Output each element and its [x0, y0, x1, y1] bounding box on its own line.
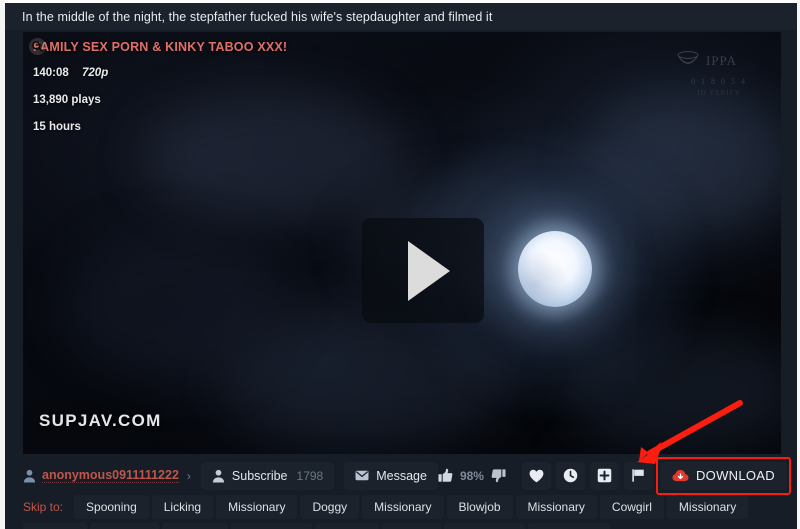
- ippa-logo-sub1: 0 1 8 0 5 4: [691, 77, 747, 86]
- subscribe-label: Subscribe: [231, 468, 288, 483]
- tag-chip[interactable]: Missionary: [666, 495, 749, 519]
- clock-icon: [563, 468, 578, 483]
- plus-box-icon: [597, 468, 612, 483]
- tag-chip[interactable]: Missionary: [528, 523, 610, 529]
- site-watermark: SUPJAV.COM: [39, 411, 162, 430]
- tag-chip[interactable]: Cowgirl: [23, 523, 88, 529]
- magnifier-icon: [29, 38, 46, 55]
- flag-icon: [632, 469, 644, 482]
- tag-chip[interactable]: Blowjob: [161, 523, 228, 529]
- play-button[interactable]: [362, 218, 484, 323]
- report-button[interactable]: [623, 461, 653, 490]
- play-icon: [408, 240, 450, 301]
- ippa-logo-watermark: IPPA 0 1 8 0 5 4 ID VERIFY: [675, 50, 763, 102]
- video-age: 15 hours: [33, 121, 81, 133]
- uploader-link[interactable]: anonymous0911111222 ›: [5, 458, 191, 493]
- title-bar: In the middle of the night, the stepfath…: [5, 3, 799, 30]
- tag-chip[interactable]: Missionary: [362, 495, 444, 519]
- person-icon: [212, 469, 224, 482]
- video-duration-line: 140:08 720p: [33, 67, 287, 79]
- ippa-logo-sub2: ID VERIFY: [697, 89, 741, 97]
- envelope-icon: [355, 470, 369, 481]
- download-button-wrapper: DOWNLOAD: [655, 456, 791, 495]
- rating-group: 98%: [438, 468, 506, 483]
- ippa-mark-icon: [677, 51, 699, 64]
- video-overlay-info: FAMILY SEX PORN & KINKY TABOO XXX! 140:0…: [29, 38, 288, 148]
- tag-chip[interactable]: Doggy: [300, 495, 360, 519]
- message-label: Message: [376, 468, 427, 483]
- favorite-button[interactable]: [521, 461, 551, 490]
- subscribe-count: 1798: [296, 468, 324, 483]
- tag-chip[interactable]: Handjob: [90, 523, 159, 529]
- tag-chip[interactable]: Missionary: [230, 523, 313, 529]
- video-player[interactable]: FAMILY SEX PORN & KINKY TABOO XXX! 140:0…: [23, 32, 781, 454]
- page-content: In the middle of the night, the stepfath…: [5, 3, 800, 529]
- tag-chip[interactable]: Missionary: [216, 495, 298, 519]
- ad-banner-text: FAMILY SEX PORN & KINKY TABOO XXX!: [33, 40, 288, 54]
- cloud-download-icon: [672, 469, 689, 482]
- tag-chip[interactable]: Blowjob: [446, 495, 513, 519]
- video-plays: 13,890 plays: [33, 94, 101, 106]
- download-label: DOWNLOAD: [695, 468, 775, 483]
- video-duration: 140:08: [33, 67, 69, 79]
- tag-chip[interactable]: Cowgirl: [315, 523, 380, 529]
- tag-chip[interactable]: Licking: [151, 495, 214, 519]
- heart-icon: [529, 469, 544, 482]
- browser-chrome-left: [0, 0, 5, 529]
- add-to-playlist-button[interactable]: [589, 461, 619, 490]
- watch-later-button[interactable]: [555, 461, 585, 490]
- page-title: In the middle of the night, the stepfath…: [22, 9, 493, 24]
- chevron-right-icon: ›: [186, 468, 191, 483]
- tag-chip[interactable]: Doggy: [382, 523, 441, 529]
- tag-chip[interactable]: Missionary: [515, 495, 597, 519]
- download-button[interactable]: DOWNLOAD: [659, 461, 787, 490]
- tag-chip[interactable]: Cowgirl: [599, 495, 664, 519]
- subscribe-button[interactable]: Subscribe 1798: [200, 461, 335, 490]
- person-icon: [23, 469, 36, 482]
- action-bar-right: 98% DOWNLOAD: [438, 456, 800, 495]
- like-percent: 98%: [459, 468, 484, 483]
- ippa-logo-text: IPPA: [706, 53, 737, 68]
- thumbs-up-icon[interactable]: [438, 468, 453, 483]
- video-quality: 720p: [82, 67, 109, 79]
- action-bar: anonymous0911111222 › Subscribe 1798 Mes…: [5, 456, 800, 495]
- tag-chip[interactable]: Spooning: [74, 495, 149, 519]
- message-button[interactable]: Message: [344, 461, 438, 490]
- ad-banner[interactable]: FAMILY SEX PORN & KINKY TABOO XXX!: [29, 38, 288, 55]
- moon-graphic: [518, 231, 592, 307]
- uploader-name: anonymous0911111222: [42, 468, 179, 483]
- thumbs-down-icon[interactable]: [491, 468, 506, 483]
- skip-to-label: Skip to:: [23, 500, 64, 514]
- browser-window: In the middle of the night, the stepfath…: [0, 0, 800, 529]
- skip-to-tags: Skip to: Spooning Licking Missionary Dog…: [5, 495, 799, 529]
- tag-chip[interactable]: Missionary: [443, 523, 526, 529]
